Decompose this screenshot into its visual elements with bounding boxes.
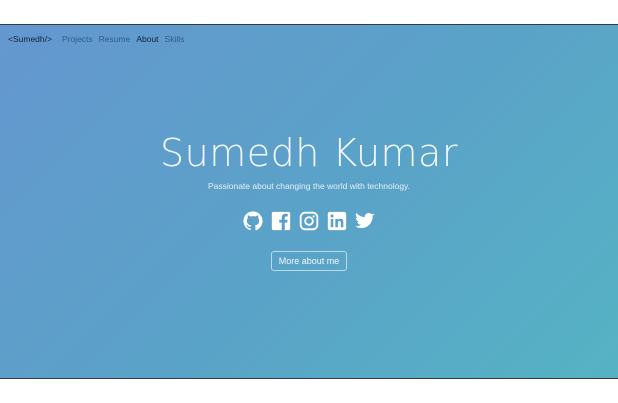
navbar: <Sumedh/> Projects Resume About Skills — [8, 34, 190, 44]
hero-section: Sumedh Kumar Passionate about changing t… — [0, 131, 618, 271]
more-about-me-button[interactable]: More about me — [270, 251, 348, 271]
nav-link-about[interactable]: About — [136, 34, 158, 44]
instagram-icon[interactable] — [299, 211, 319, 231]
github-icon[interactable] — [243, 211, 263, 231]
nav-link-skills[interactable]: Skills — [165, 34, 185, 44]
nav-link-resume[interactable]: Resume — [99, 34, 131, 44]
page-viewport: <Sumedh/> Projects Resume About Skills S… — [0, 24, 618, 379]
nav-link-projects[interactable]: Projects — [62, 34, 93, 44]
linkedin-icon[interactable] — [327, 211, 347, 231]
hero-tagline: Passionate about changing the world with… — [207, 181, 411, 191]
social-links — [0, 211, 618, 231]
brand-logo[interactable]: <Sumedh/> — [8, 34, 52, 44]
hero-name: Sumedh Kumar — [160, 131, 458, 175]
facebook-icon[interactable] — [271, 211, 291, 231]
twitter-icon[interactable] — [355, 211, 375, 231]
